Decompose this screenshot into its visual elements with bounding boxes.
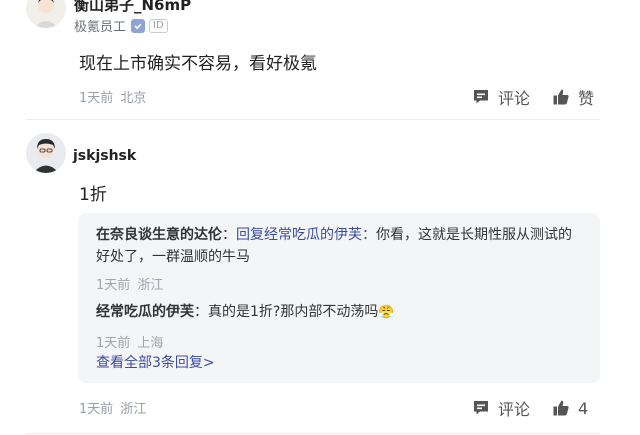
like-button[interactable]: 赞: [552, 85, 594, 109]
comment-text: 现在上市确实不容易，看好极氪: [79, 54, 317, 74]
reply-meta: 1天前 上海: [96, 332, 163, 351]
comment-icon: [474, 401, 488, 415]
verified-icon: [131, 18, 146, 33]
reply-text-line1: 你看，这就是长期性服从测试的: [376, 227, 572, 243]
thumbs-up-icon: [553, 89, 569, 105]
reply-item: 经常吃瓜的伊芙：真的是1折?那内部不动荡吗😤: [96, 301, 586, 324]
divider: [26, 433, 600, 434]
view-all-replies-link[interactable]: 查看全部3条回复>: [96, 352, 215, 372]
reply-separator: ：: [222, 227, 236, 243]
divider: [26, 119, 600, 120]
like-count: 4: [578, 398, 589, 418]
like-label: 赞: [578, 89, 595, 108]
employee-badge-label: 极氪员工: [74, 20, 127, 35]
reply-author[interactable]: 在奈良谈生意的达伦: [96, 227, 222, 243]
avatar[interactable]: [26, 0, 66, 28]
comment-meta: 1天前 浙江: [79, 398, 146, 417]
reply-time: 1天前: [96, 278, 131, 293]
reply-location: 上海: [137, 336, 164, 351]
username[interactable]: jskjshsk: [73, 148, 136, 164]
comment-location: 北京: [120, 91, 147, 106]
username[interactable]: 衡山弟子_N6mP: [74, 0, 191, 15]
emoji-icon: 😤: [378, 305, 395, 320]
reply-to-prefix: 回复: [236, 227, 264, 243]
comment-icon: [474, 90, 488, 104]
comment-button[interactable]: 评论: [472, 85, 530, 109]
comment-label: 评论: [498, 400, 531, 419]
reply-text-line2: 好处了，一群温顺的牛马: [96, 249, 250, 265]
avatar[interactable]: [26, 133, 66, 173]
comment-label: 评论: [498, 89, 531, 108]
like-button[interactable]: 4: [552, 399, 588, 418]
reply-item: 在奈良谈生意的达伦：回复经常吃瓜的伊芙：你看，这就是长期性服从测试的 好处了，一…: [96, 224, 586, 268]
comment-meta: 1天前 北京: [79, 87, 146, 106]
reply-to-user[interactable]: 经常吃瓜的伊芙: [264, 227, 362, 243]
comment-time: 1天前: [79, 91, 114, 106]
reply-location: 浙江: [137, 278, 164, 293]
comment-text: 1折: [79, 185, 107, 205]
reply-meta: 1天前 浙江: [96, 274, 163, 293]
reply-text: 真的是1折?那内部不动荡吗: [208, 304, 379, 320]
comment-location: 浙江: [120, 402, 147, 417]
reply-separator: ：: [362, 227, 376, 243]
reply-author[interactable]: 经常吃瓜的伊芙: [96, 304, 194, 320]
comment-time: 1天前: [79, 402, 114, 417]
thumbs-up-icon: [553, 400, 569, 416]
reply-list: 在奈良谈生意的达伦：回复经常吃瓜的伊芙：你看，这就是长期性服从测试的 好处了，一…: [78, 213, 600, 383]
comment-actions: 评论 赞: [472, 85, 594, 109]
reply-separator: ：: [194, 304, 208, 320]
user-meta: 极氪员工 ID: [74, 16, 168, 35]
comment-actions: 评论 4: [472, 396, 588, 420]
reply-time: 1天前: [96, 336, 131, 351]
id-badge: ID: [149, 18, 168, 33]
comment-button[interactable]: 评论: [472, 396, 530, 420]
